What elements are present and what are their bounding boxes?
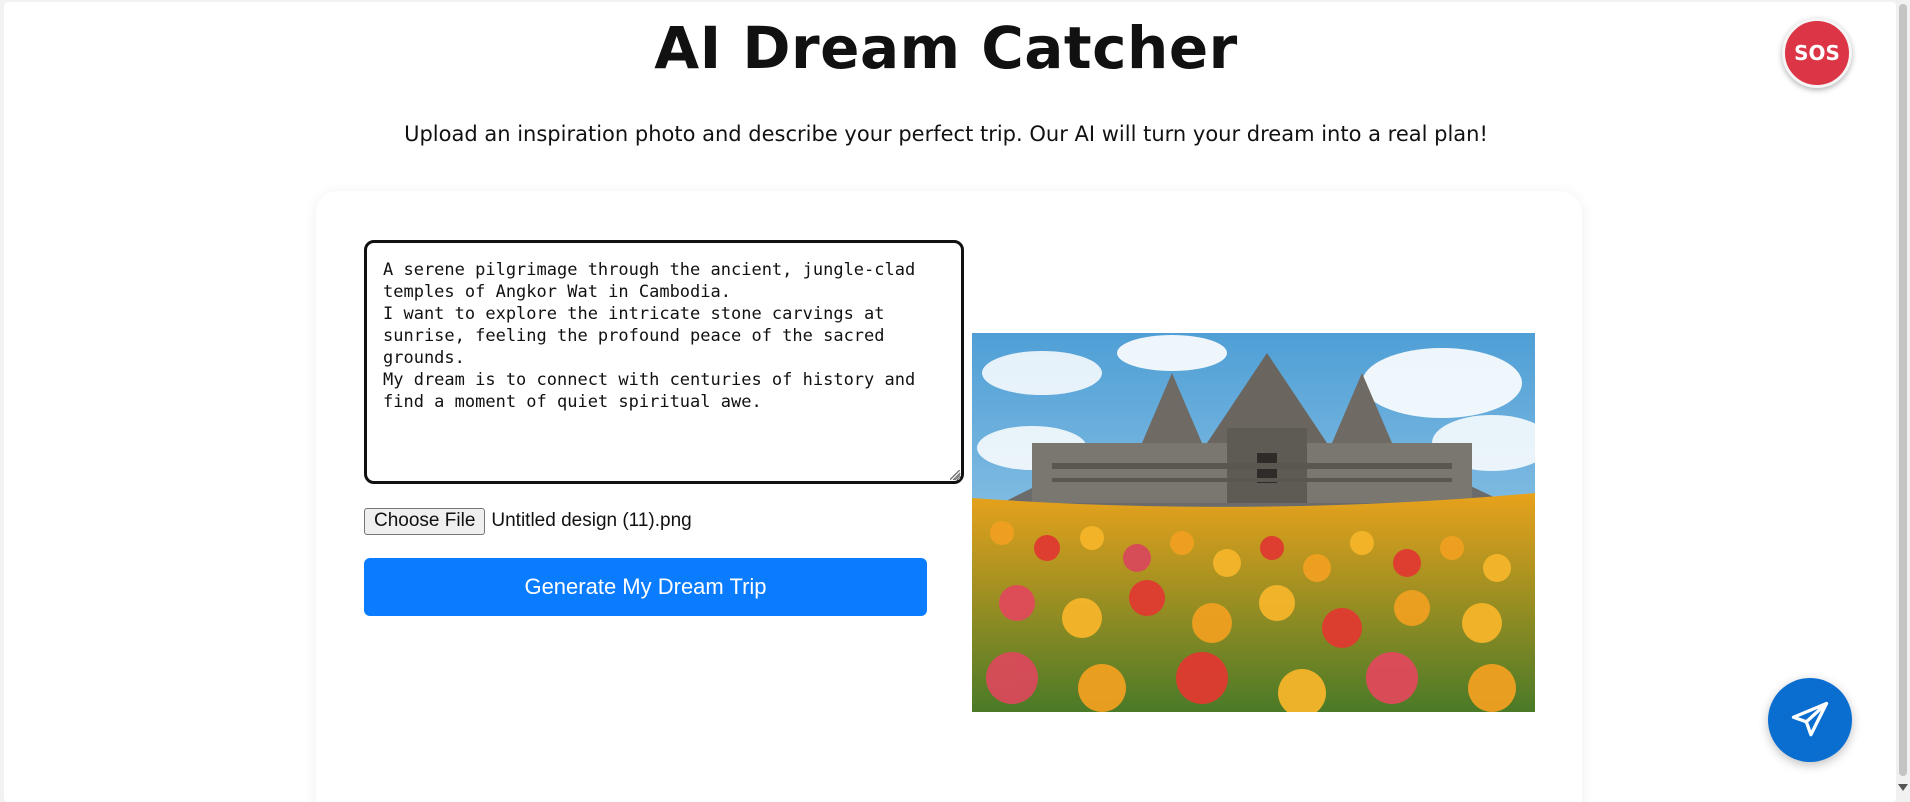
scrollbar-thumb[interactable] (1899, 4, 1907, 776)
inspiration-image (972, 333, 1535, 712)
send-button[interactable] (1768, 678, 1852, 762)
choose-file-button[interactable]: Choose File (364, 507, 486, 535)
scroll-down-arrow-icon[interactable] (1898, 784, 1908, 791)
page-title: AI Dream Catcher (654, 14, 1238, 82)
page-subtitle: Upload an inspiration photo and describe… (404, 122, 1488, 146)
send-icon (1791, 701, 1829, 737)
generate-trip-button[interactable]: Generate My Dream Trip (364, 558, 927, 616)
dream-description-textarea[interactable]: A serene pilgrimage through the ancient,… (364, 240, 964, 484)
inspiration-image-preview (972, 333, 1535, 712)
textarea-resize-handle[interactable] (950, 470, 960, 480)
selected-file-name: Untitled design (11).png (491, 510, 692, 531)
file-upload: Choose File Untitled design (11).png (364, 507, 692, 535)
sos-button[interactable]: SOS (1782, 18, 1852, 88)
